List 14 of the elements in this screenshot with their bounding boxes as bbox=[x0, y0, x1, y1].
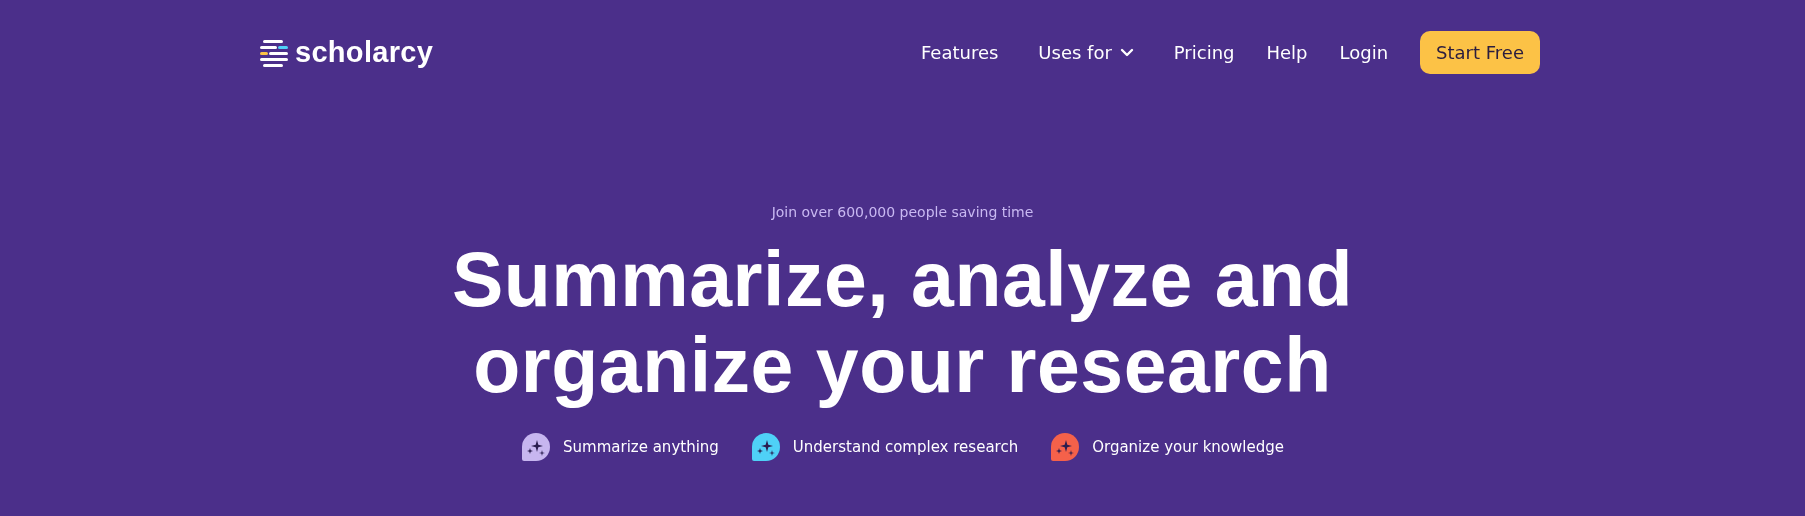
chevron-down-icon bbox=[1119, 47, 1134, 58]
logo-icon bbox=[259, 37, 289, 68]
brand-name[interactable]: scholarcy bbox=[295, 36, 434, 69]
nav-link[interactable]: Pricing bbox=[1173, 42, 1235, 63]
feature-label: Organize your knowledge bbox=[1092, 438, 1284, 456]
nav-link[interactable]: Help bbox=[1266, 42, 1308, 63]
feature-label: Summarize anything bbox=[563, 438, 719, 456]
tagline: Join over 600,000 people saving time bbox=[771, 204, 1034, 220]
feature-label: Understand complex research bbox=[792, 438, 1019, 456]
nav-dropdown[interactable]: Uses for bbox=[1038, 42, 1134, 63]
start-button[interactable]: Start Free bbox=[1420, 31, 1540, 74]
headline: Summarize, analyze and organize your research bbox=[451, 236, 1354, 408]
nav-link[interactable]: Features bbox=[920, 42, 999, 63]
nav-link[interactable]: Login bbox=[1339, 42, 1389, 63]
